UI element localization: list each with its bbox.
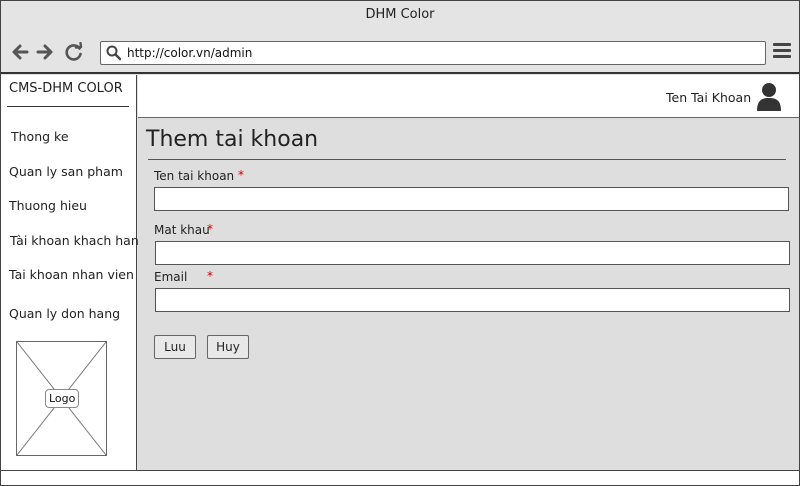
sidebar-item-tai-khoan-khach-hang[interactable]: Tài khoan khach hang bbox=[10, 233, 147, 248]
save-button[interactable]: Luu bbox=[154, 335, 196, 359]
email-required-mark: * bbox=[207, 269, 213, 283]
status-bar bbox=[1, 470, 799, 485]
logo-label: Logo bbox=[45, 389, 80, 408]
cancel-button[interactable]: Huy bbox=[207, 335, 249, 359]
email-label: Email bbox=[154, 270, 188, 284]
brand-divider bbox=[7, 106, 129, 107]
sidebar-brand: CMS-DHM COLOR bbox=[9, 81, 123, 96]
page-title: Them tai khoan bbox=[146, 127, 319, 152]
top-header: Ten Tai Khoan bbox=[138, 75, 799, 118]
password-required-mark: * bbox=[207, 222, 213, 236]
password-input[interactable] bbox=[155, 241, 790, 265]
sidebar: CMS-DHM COLOR Thong ke Quan ly san pham … bbox=[1, 75, 147, 470]
forward-arrow-icon[interactable] bbox=[35, 42, 55, 62]
hamburger-menu-icon[interactable] bbox=[773, 43, 791, 61]
main-content: Ten Tai Khoan Them tai khoan Ten tai kho… bbox=[138, 75, 799, 470]
sidebar-item-quan-ly-san-pham[interactable]: Quan ly san pham bbox=[9, 164, 123, 179]
back-arrow-icon[interactable] bbox=[10, 42, 30, 62]
address-bar[interactable]: http://color.vn/admin bbox=[100, 41, 766, 65]
email-input[interactable] bbox=[155, 288, 790, 312]
url-text[interactable]: http://color.vn/admin bbox=[127, 46, 252, 60]
reload-icon[interactable] bbox=[64, 42, 84, 62]
account-name[interactable]: Ten Tai Khoan bbox=[666, 90, 751, 105]
username-input[interactable] bbox=[154, 187, 789, 211]
sidebar-item-thuong-hieu[interactable]: Thuong hieu bbox=[9, 198, 87, 213]
browser-window: DHM Color http://color.vn/admin CMS-DHM … bbox=[0, 0, 800, 486]
sidebar-item-thong-ke[interactable]: Thong ke bbox=[11, 129, 69, 144]
password-label: Mat khau bbox=[154, 223, 210, 237]
username-label: Ten tai khoan bbox=[154, 169, 235, 183]
window-title: DHM Color bbox=[365, 7, 435, 22]
title-divider bbox=[148, 159, 786, 160]
window-titlebar: DHM Color bbox=[1, 1, 799, 31]
logo-placeholder: Logo bbox=[16, 341, 107, 456]
sidebar-item-tai-khoan-nhan-vien[interactable]: Tai khoan nhan vien bbox=[9, 267, 134, 282]
user-avatar-icon[interactable] bbox=[756, 82, 782, 112]
sidebar-item-quan-ly-don-hang[interactable]: Quan ly don hang bbox=[9, 306, 120, 321]
username-required-mark: * bbox=[238, 168, 244, 182]
search-icon bbox=[106, 45, 122, 61]
browser-toolbar: http://color.vn/admin bbox=[1, 31, 799, 74]
